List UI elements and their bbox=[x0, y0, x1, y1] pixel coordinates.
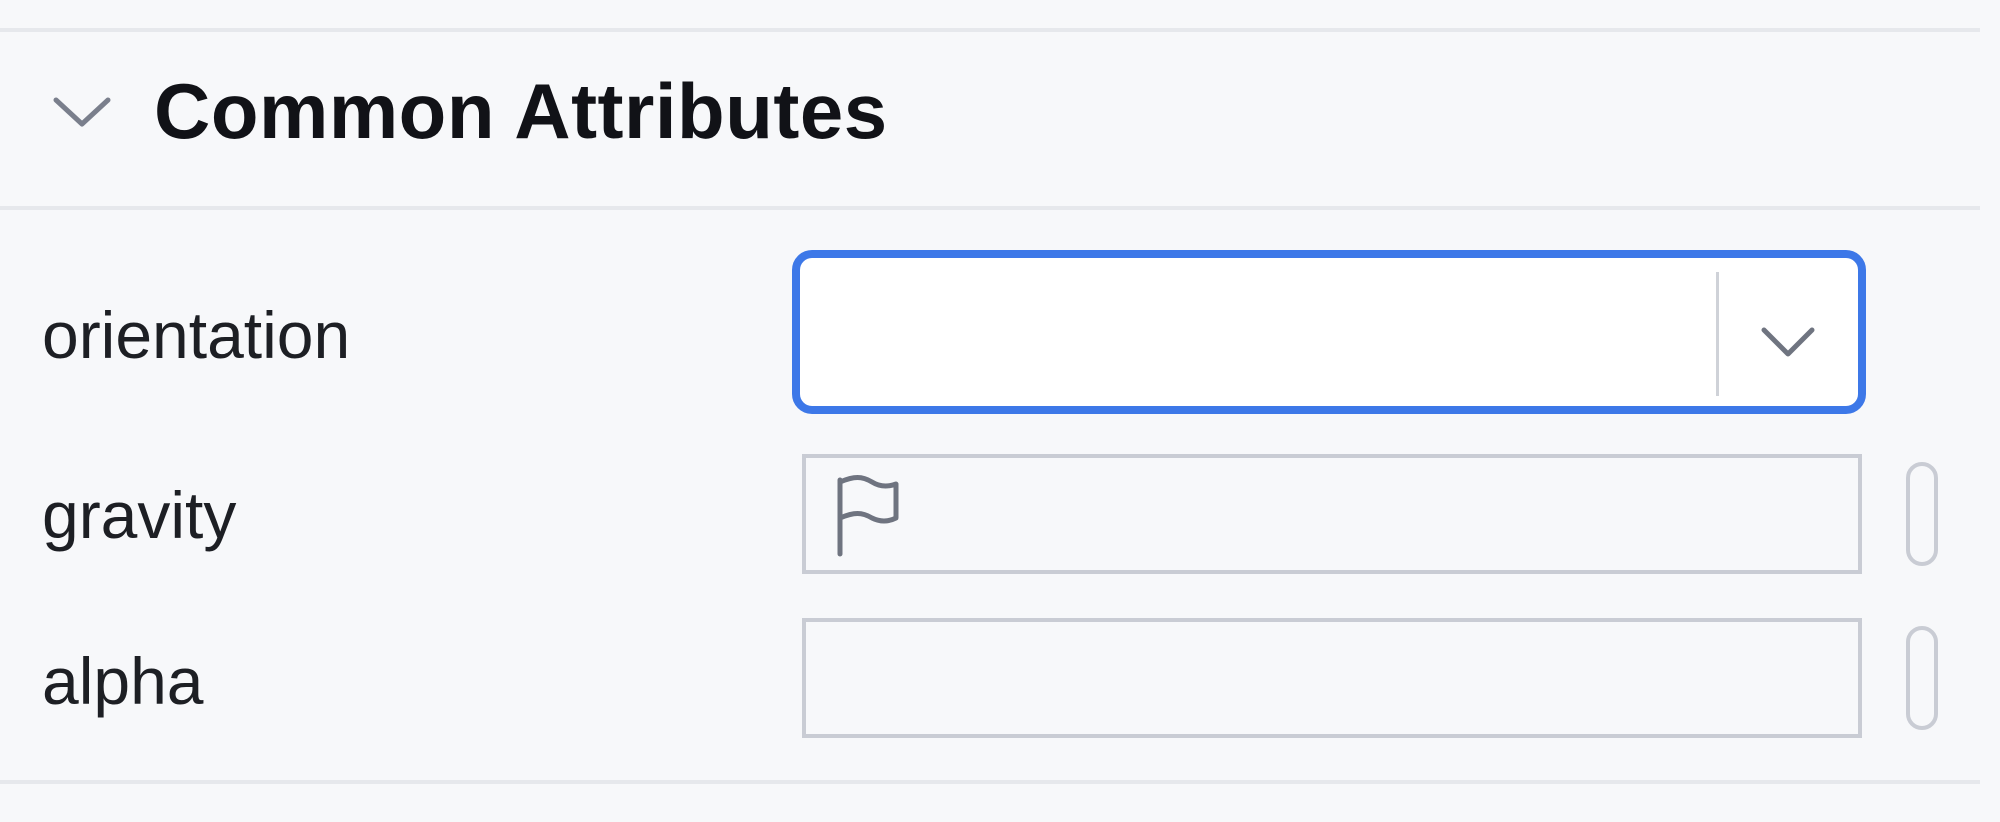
orientation-dropdown[interactable] bbox=[792, 250, 1866, 414]
chevron-down-icon[interactable] bbox=[50, 92, 114, 132]
bottom-divider bbox=[0, 780, 1980, 784]
flag-icon[interactable] bbox=[832, 474, 902, 560]
attributes-panel: Common Attributes orientation gravity al… bbox=[0, 0, 2000, 822]
dropdown-separator bbox=[1716, 272, 1719, 396]
header-divider bbox=[0, 206, 1980, 210]
section-title: Common Attributes bbox=[154, 67, 888, 155]
attribute-label-gravity: gravity bbox=[42, 478, 237, 552]
gravity-field[interactable] bbox=[802, 454, 1862, 574]
top-divider bbox=[0, 28, 1980, 32]
alpha-input[interactable] bbox=[802, 618, 1862, 738]
chevron-down-icon[interactable] bbox=[1758, 324, 1818, 360]
alpha-side-handle[interactable] bbox=[1906, 626, 1938, 730]
attribute-label-orientation: orientation bbox=[42, 298, 351, 372]
gravity-side-handle[interactable] bbox=[1906, 462, 1938, 566]
attribute-label-alpha: alpha bbox=[42, 644, 204, 718]
